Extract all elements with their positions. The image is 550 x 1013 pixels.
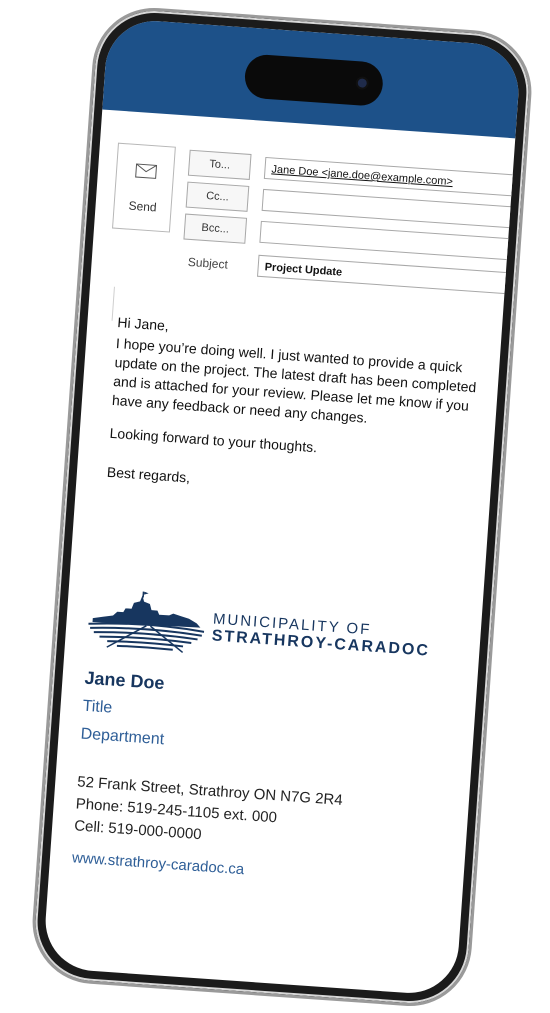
signature-website-link[interactable]: www.strathroy-caradoc.ca <box>71 849 244 878</box>
bcc-button[interactable]: Bcc... <box>183 213 248 244</box>
phone-screen: Send To... Jane Doe <jane.doe@example.co… <box>42 17 522 997</box>
municipality-logo-icon <box>88 591 205 654</box>
send-label: Send <box>128 198 158 215</box>
signoff-text: Best regards, <box>106 463 191 486</box>
signature-name: Jane Doe <box>83 667 166 694</box>
send-envelope-icon <box>135 163 158 179</box>
signature-contact: 52 Frank Street, Strathroy ON N7G 2R4 Ph… <box>73 771 344 855</box>
email-body[interactable]: Hi Jane, I hope you’re doing well. I jus… <box>105 313 497 522</box>
signature-department: Department <box>80 725 165 749</box>
logo-wordmark: MUNICIPALITY OF STRATHROY-CARADOC <box>211 610 432 660</box>
to-recipient[interactable]: Jane Doe <jane.doe@example.com> <box>271 163 453 188</box>
cc-button[interactable]: Cc... <box>185 181 250 212</box>
to-button[interactable]: To... <box>187 149 252 180</box>
subject-field[interactable]: Project Update <box>257 254 522 296</box>
bcc-field[interactable] <box>259 220 522 262</box>
camera-icon <box>357 78 368 88</box>
send-button[interactable]: Send <box>112 142 176 233</box>
email-compose-area: Send To... Jane Doe <jane.doe@example.co… <box>71 142 522 878</box>
subject-label: Subject <box>187 254 229 272</box>
signature-title: Title <box>82 697 113 717</box>
email-signature: MUNICIPALITY OF STRATHROY-CARADOC Jane D… <box>71 588 480 878</box>
body-left-border <box>111 286 115 321</box>
phone-mockup: Send To... Jane Doe <jane.doe@example.co… <box>28 3 536 1011</box>
